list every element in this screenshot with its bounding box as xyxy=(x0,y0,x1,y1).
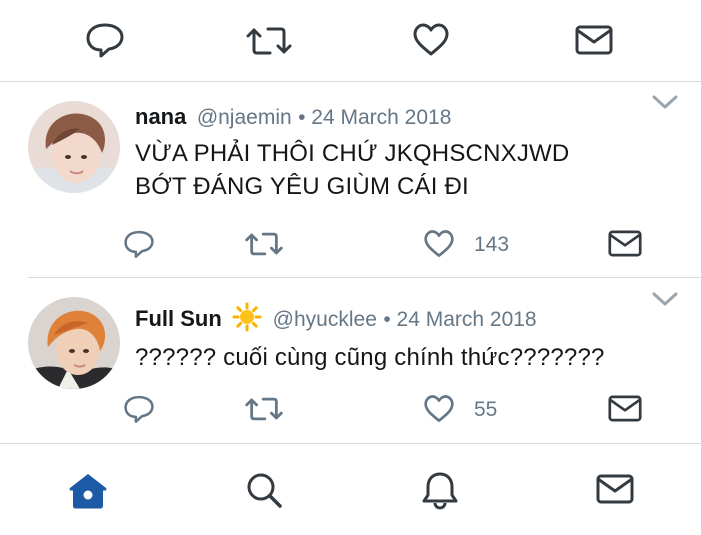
message-button[interactable] xyxy=(608,395,642,422)
retweet-icon xyxy=(245,232,283,256)
nav-search[interactable] xyxy=(245,471,283,509)
like-count: 143 xyxy=(474,233,510,256)
like-count: 55 xyxy=(474,398,498,421)
reply-icon xyxy=(86,23,124,58)
author-handle[interactable]: @njaemin xyxy=(197,106,292,129)
like-icon xyxy=(424,230,454,257)
retweet-button[interactable] xyxy=(245,395,283,423)
like-button[interactable] xyxy=(423,229,455,259)
retweet-icon xyxy=(246,27,292,55)
tweet-menu-button[interactable] xyxy=(652,94,678,115)
avatar[interactable] xyxy=(28,297,120,389)
message-button[interactable] xyxy=(608,230,642,257)
message-button[interactable] xyxy=(575,25,613,55)
tweet-text-line: ?????? cuối cùng cũng chính thức??????? xyxy=(135,344,605,371)
like-button[interactable] xyxy=(423,394,455,424)
like-icon xyxy=(413,23,449,56)
tweet-text: VỪA PHẢI THÔI CHỨ JKQHSCNXJWD BỚT ĐÁNG Y… xyxy=(135,137,569,203)
divider-top xyxy=(0,81,701,82)
message-icon xyxy=(575,25,613,55)
tweet-text-line: BỚT ĐÁNG YÊU GIÙM CÁI ĐI xyxy=(135,173,469,200)
retweet-icon xyxy=(245,397,283,421)
nav-messages[interactable] xyxy=(596,474,634,504)
tweet-date[interactable]: • 24 March 2018 xyxy=(298,106,451,129)
author-name[interactable]: nana xyxy=(135,104,186,129)
retweet-button[interactable] xyxy=(245,230,283,258)
reply-button[interactable] xyxy=(123,394,155,424)
reply-icon xyxy=(124,230,154,258)
avatar[interactable] xyxy=(28,101,120,193)
notifications-icon xyxy=(422,472,458,510)
tweet-date[interactable]: • 24 March 2018 xyxy=(383,308,536,331)
author-name[interactable]: Full Sun xyxy=(135,306,222,331)
tweet-menu-button[interactable] xyxy=(652,291,678,312)
nav-home[interactable] xyxy=(68,472,108,510)
like-button[interactable] xyxy=(412,22,450,58)
chevron-down-icon xyxy=(652,292,678,306)
message-icon xyxy=(608,395,642,422)
tweet-header: Full Sun @hyucklee • 24 March 2018 xyxy=(135,302,537,337)
reply-button[interactable] xyxy=(85,21,125,59)
retweet-button[interactable] xyxy=(246,24,292,58)
author-handle[interactable]: @hyucklee xyxy=(273,308,377,331)
reply-button[interactable] xyxy=(123,229,155,259)
tweet-header: nana @njaemin • 24 March 2018 xyxy=(135,104,451,130)
divider-bottom-nav xyxy=(0,443,701,444)
tweet-text-line: VỪA PHẢI THÔI CHỨ JKQHSCNXJWD xyxy=(135,140,570,167)
search-icon xyxy=(247,473,282,508)
sun-emoji xyxy=(232,302,262,337)
tweet-text: ?????? cuối cùng cũng chính thức??????? xyxy=(135,341,605,374)
messages-icon xyxy=(596,474,634,504)
chevron-down-icon xyxy=(652,95,678,109)
home-icon xyxy=(69,474,107,509)
like-icon xyxy=(424,395,454,422)
nav-notifications[interactable] xyxy=(420,470,460,510)
divider xyxy=(28,277,701,278)
message-icon xyxy=(608,230,642,257)
reply-icon xyxy=(124,395,154,423)
